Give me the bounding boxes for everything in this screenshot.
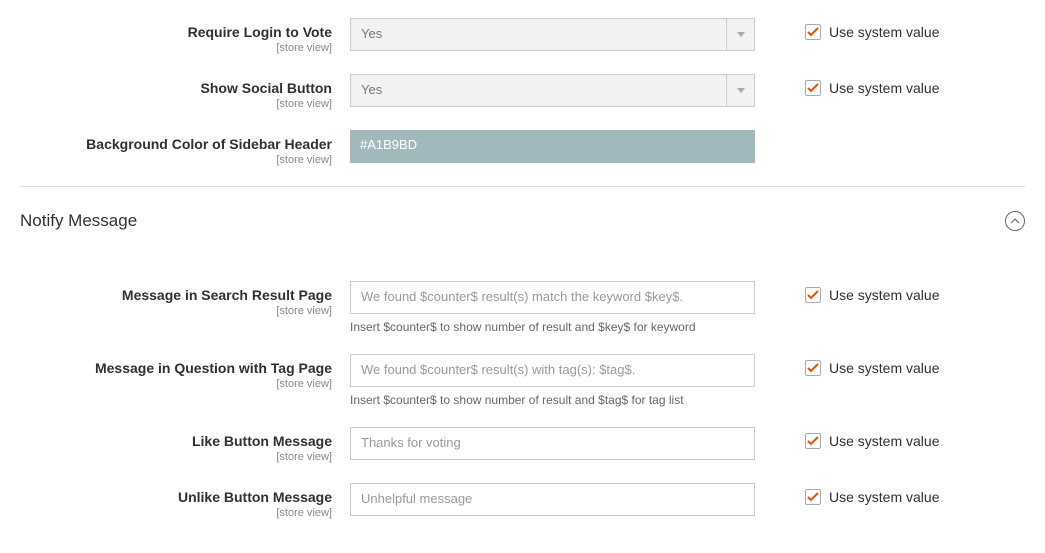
system-value-search-result[interactable]: Use system value bbox=[755, 281, 975, 303]
chevron-down-icon bbox=[726, 19, 754, 50]
label-text: Message in Question with Tag Page bbox=[95, 360, 332, 376]
field-show-social: Yes bbox=[350, 74, 755, 107]
label-require-login: Require Login to Vote [store view] bbox=[20, 18, 350, 54]
checkbox-label: Use system value bbox=[829, 24, 939, 40]
system-value-bg-color bbox=[755, 130, 975, 136]
row-bg-color: Background Color of Sidebar Header [stor… bbox=[20, 130, 1025, 166]
label-text: Like Button Message bbox=[192, 433, 332, 449]
section-header-notify[interactable]: Notify Message bbox=[0, 187, 1045, 241]
checkbox-icon[interactable] bbox=[805, 433, 821, 449]
field-require-login: Yes bbox=[350, 18, 755, 51]
checkbox-label: Use system value bbox=[829, 489, 939, 505]
label-text: Background Color of Sidebar Header bbox=[86, 136, 332, 152]
label-scope: [store view] bbox=[20, 507, 332, 519]
input-search-result-msg: We found $counter$ result(s) match the k… bbox=[350, 281, 755, 314]
row-require-login: Require Login to Vote [store view] Yes U… bbox=[20, 18, 1025, 54]
row-search-result-msg: Message in Search Result Page [store vie… bbox=[20, 281, 1025, 334]
label-text: Show Social Button bbox=[201, 80, 332, 96]
label-scope: [store view] bbox=[20, 305, 332, 317]
checkbox-icon[interactable] bbox=[805, 24, 821, 40]
select-show-social: Yes bbox=[350, 74, 755, 107]
checkbox-label: Use system value bbox=[829, 80, 939, 96]
select-value: Yes bbox=[351, 75, 726, 106]
checkbox-label: Use system value bbox=[829, 360, 939, 376]
system-value-tag-page[interactable]: Use system value bbox=[755, 354, 975, 376]
system-value-like[interactable]: Use system value bbox=[755, 427, 975, 449]
field-tag-page: We found $counter$ result(s) with tag(s)… bbox=[350, 354, 755, 407]
checkbox-label: Use system value bbox=[829, 433, 939, 449]
label-scope: [store view] bbox=[20, 42, 332, 54]
input-like-msg: Thanks for voting bbox=[350, 427, 755, 460]
section-title: Notify Message bbox=[20, 211, 137, 231]
color-input-sidebar-header[interactable]: #A1B9BD bbox=[350, 130, 755, 163]
select-require-login: Yes bbox=[350, 18, 755, 51]
label-scope: [store view] bbox=[20, 98, 332, 110]
label-search-result: Message in Search Result Page [store vie… bbox=[20, 281, 350, 317]
label-tag-page: Message in Question with Tag Page [store… bbox=[20, 354, 350, 390]
label-like: Like Button Message [store view] bbox=[20, 427, 350, 463]
chevron-down-icon bbox=[726, 75, 754, 106]
row-show-social: Show Social Button [store view] Yes Use … bbox=[20, 74, 1025, 110]
label-scope: [store view] bbox=[20, 378, 332, 390]
row-like-msg: Like Button Message [store view] Thanks … bbox=[20, 427, 1025, 463]
input-tag-page-msg: We found $counter$ result(s) with tag(s)… bbox=[350, 354, 755, 387]
chevron-up-icon[interactable] bbox=[1005, 211, 1025, 231]
label-show-social: Show Social Button [store view] bbox=[20, 74, 350, 110]
help-search-result: Insert $counter$ to show number of resul… bbox=[350, 320, 755, 334]
input-unlike-msg: Unhelpful message bbox=[350, 483, 755, 516]
label-bg-color: Background Color of Sidebar Header [stor… bbox=[20, 130, 350, 166]
label-scope: [store view] bbox=[20, 154, 332, 166]
checkbox-icon[interactable] bbox=[805, 360, 821, 376]
row-unlike-msg: Unlike Button Message [store view] Unhel… bbox=[20, 483, 1025, 519]
checkbox-icon[interactable] bbox=[805, 80, 821, 96]
help-tag-page: Insert $counter$ to show number of resul… bbox=[350, 393, 755, 407]
checkbox-icon[interactable] bbox=[805, 489, 821, 505]
row-tag-page-msg: Message in Question with Tag Page [store… bbox=[20, 354, 1025, 407]
system-value-require-login[interactable]: Use system value bbox=[755, 18, 975, 40]
field-bg-color: #A1B9BD bbox=[350, 130, 755, 163]
label-unlike: Unlike Button Message [store view] bbox=[20, 483, 350, 519]
select-value: Yes bbox=[351, 19, 726, 50]
field-like: Thanks for voting bbox=[350, 427, 755, 460]
system-value-unlike[interactable]: Use system value bbox=[755, 483, 975, 505]
field-search-result: We found $counter$ result(s) match the k… bbox=[350, 281, 755, 334]
system-value-show-social[interactable]: Use system value bbox=[755, 74, 975, 96]
label-text: Require Login to Vote bbox=[188, 24, 332, 40]
field-unlike: Unhelpful message bbox=[350, 483, 755, 516]
checkbox-label: Use system value bbox=[829, 287, 939, 303]
label-text: Message in Search Result Page bbox=[122, 287, 332, 303]
label-scope: [store view] bbox=[20, 451, 332, 463]
checkbox-icon[interactable] bbox=[805, 287, 821, 303]
label-text: Unlike Button Message bbox=[178, 489, 332, 505]
